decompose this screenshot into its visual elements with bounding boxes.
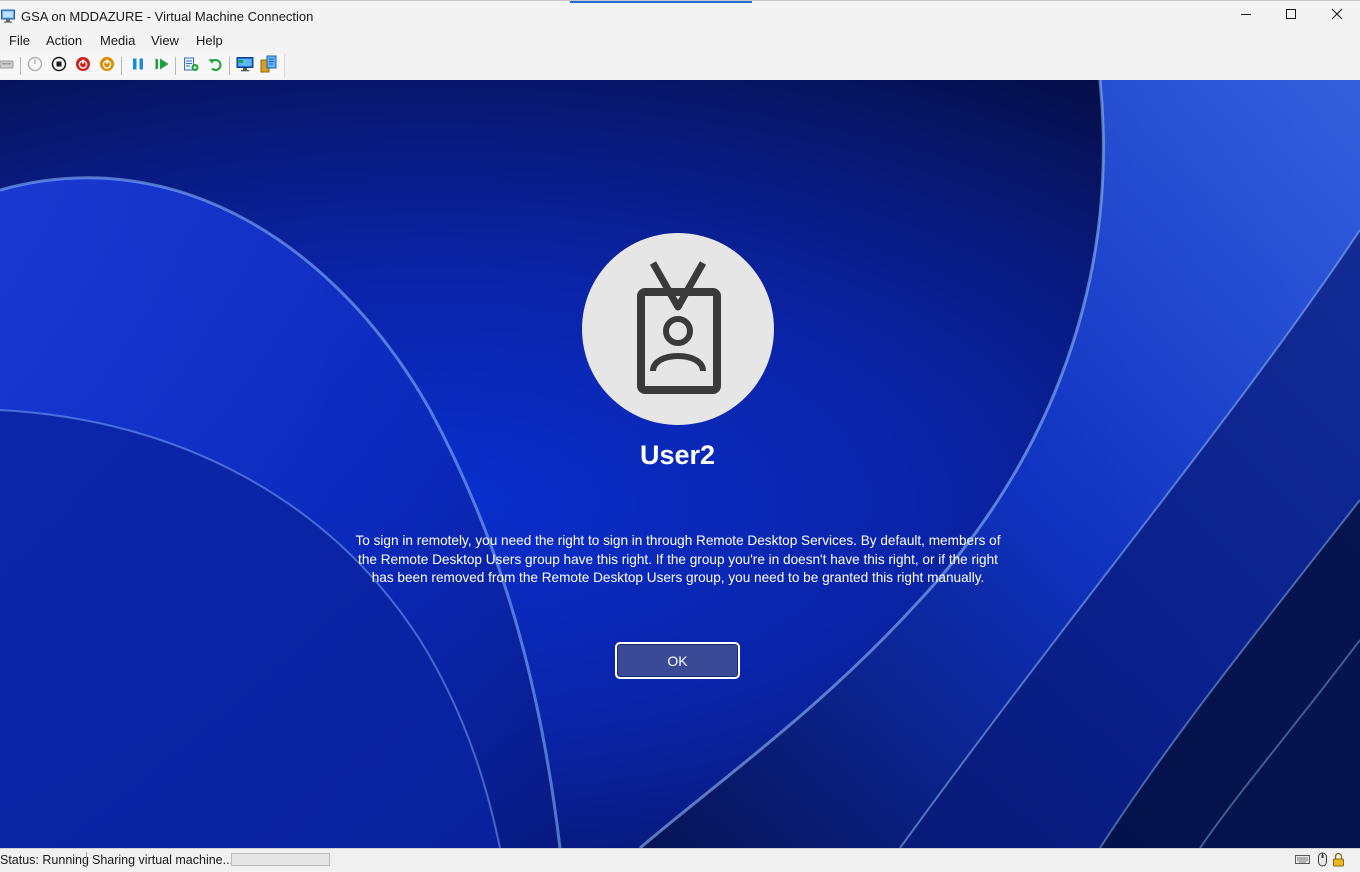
resume-icon	[154, 56, 170, 77]
activity-text: Sharing virtual machine...	[92, 853, 234, 867]
title-accent-line	[570, 1, 752, 3]
user-avatar	[582, 233, 774, 425]
close-button[interactable]	[1314, 1, 1360, 31]
revert-icon	[207, 56, 223, 77]
pause-icon	[130, 56, 146, 77]
resume-button[interactable]	[153, 57, 171, 75]
turn-off-button[interactable]	[50, 56, 68, 77]
share-icon	[260, 55, 278, 78]
menu-media[interactable]: Media	[100, 33, 135, 48]
toolbar-separator	[20, 57, 21, 75]
activity-progress-bar	[231, 853, 330, 866]
minimize-icon	[1240, 7, 1252, 25]
share-button[interactable]	[260, 55, 278, 78]
pause-button[interactable]	[129, 57, 147, 75]
vm-status: Status: Running	[0, 853, 89, 867]
revert-button[interactable]	[206, 57, 224, 75]
id-badge-icon	[582, 233, 774, 430]
window-title: GSA on MDDAZURE - Virtual Machine Connec…	[21, 9, 314, 24]
checkpoint-button[interactable]	[182, 57, 200, 75]
toolbar	[0, 52, 1360, 80]
title-bar[interactable]: GSA on MDDAZURE - Virtual Machine Connec…	[0, 0, 1360, 30]
shut-down-icon	[75, 56, 91, 77]
ctrl-alt-del-button[interactable]	[0, 57, 16, 75]
enhanced-session-icon	[236, 56, 254, 77]
menu-bar: File Action Media View Help	[0, 30, 1360, 52]
ctrl-alt-del-icon	[0, 56, 15, 77]
maximize-button[interactable]	[1268, 1, 1314, 31]
mouse-icon	[1315, 852, 1330, 867]
user-name: User2	[639, 440, 716, 470]
status-bar: Status: Running Sharing virtual machine.…	[0, 848, 1360, 870]
shut-down-button[interactable]	[74, 56, 92, 77]
checkpoint-icon	[183, 56, 199, 77]
save-icon	[99, 56, 115, 77]
enhanced-session-button[interactable]	[236, 56, 254, 77]
start-icon	[27, 56, 43, 77]
status-separator	[86, 852, 87, 868]
keyboard-icon	[1295, 852, 1310, 867]
vm-screen[interactable]: User2 To sign in remotely, you need the …	[0, 80, 1360, 848]
toolbar-separator	[121, 57, 122, 75]
sign-in-error-message: To sign in remotely, you need the right …	[355, 533, 1001, 585]
menu-help[interactable]: Help	[196, 33, 223, 48]
minimize-button[interactable]	[1223, 1, 1269, 31]
toolbar-separator	[175, 57, 176, 75]
ok-button[interactable]: OK	[615, 642, 740, 679]
toolbar-separator	[229, 57, 230, 75]
lock-icon	[1331, 852, 1346, 867]
save-button[interactable]	[98, 56, 116, 77]
turn-off-icon	[51, 56, 67, 77]
maximize-icon	[1285, 7, 1297, 25]
close-icon	[1331, 7, 1343, 25]
menu-view[interactable]: View	[151, 33, 179, 48]
vm-connection-icon	[1, 9, 15, 23]
menu-action[interactable]: Action	[46, 33, 82, 48]
menu-file[interactable]: File	[9, 33, 30, 48]
start-button[interactable]	[26, 56, 44, 77]
